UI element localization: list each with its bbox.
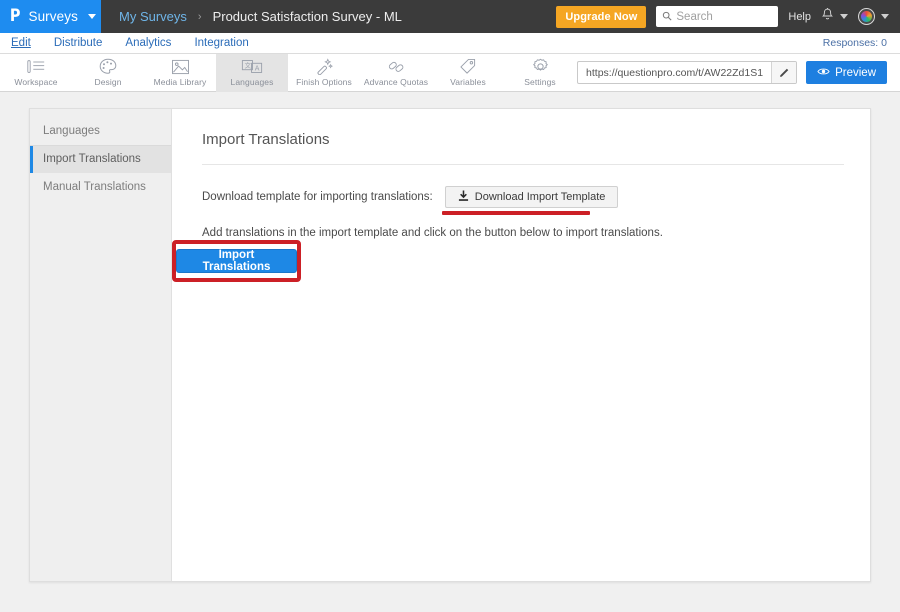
top-header-bar: P Surveys My Surveys › Product Satisfact… — [0, 0, 900, 33]
toolbar-item-advance-quotas[interactable]: Advance Quotas — [360, 54, 432, 92]
toolbar-item-label: Media Library — [154, 77, 207, 87]
toolbar-item-media-library[interactable]: Media Library — [144, 54, 216, 92]
download-import-template-label: Download Import Template — [475, 191, 606, 203]
download-icon — [458, 190, 469, 205]
toolbar-item-label: Design — [94, 77, 121, 87]
pencil-icon — [779, 67, 790, 78]
sidebar-item-label: Manual Translations — [43, 181, 146, 193]
download-template-row: Download template for importing translat… — [202, 186, 844, 208]
breadcrumb-separator-icon: › — [198, 11, 202, 23]
chevron-down-icon — [88, 14, 96, 19]
toolbar-item-label: Languages — [231, 77, 274, 87]
image-icon — [171, 58, 190, 75]
toolbar-item-label: Variables — [450, 77, 486, 87]
sidebar-item-label: Import Translations — [43, 153, 141, 165]
toolbar-item-design[interactable]: Design — [72, 54, 144, 92]
preview-button[interactable]: Preview — [806, 61, 887, 84]
title-divider — [202, 164, 844, 165]
chain-link-icon — [387, 58, 406, 75]
responses-count: Responses: 0 — [823, 37, 887, 49]
download-template-wrapper: Download Import Template — [445, 186, 619, 208]
download-template-label: Download template for importing translat… — [202, 191, 433, 203]
toolbar-item-variables[interactable]: Variables — [432, 54, 504, 92]
sidebar-item-label: Languages — [43, 125, 100, 137]
svg-text:A: A — [255, 64, 260, 72]
gear-icon — [532, 58, 549, 75]
magic-wand-icon — [315, 58, 333, 75]
search-input[interactable] — [676, 11, 772, 23]
survey-toolbar: Workspace Design Media Library — [0, 54, 900, 92]
translate-icon: 文 A — [241, 58, 263, 75]
header-actions: Upgrade Now Help — [556, 6, 900, 28]
help-link[interactable]: Help — [788, 11, 811, 23]
toolbar-item-workspace[interactable]: Workspace — [0, 54, 72, 92]
survey-url-box[interactable]: https://questionpro.com/t/AW22Zd1S1 — [577, 61, 797, 84]
download-import-template-button[interactable]: Download Import Template — [445, 186, 619, 208]
search-icon — [662, 8, 672, 26]
tag-icon — [459, 58, 477, 75]
toolbar-item-languages[interactable]: 文 A Languages — [216, 54, 288, 92]
bell-icon[interactable] — [821, 7, 834, 27]
edit-url-button[interactable] — [771, 62, 796, 83]
page-title: Import Translations — [202, 131, 844, 148]
notifications-chevron-down-icon[interactable] — [840, 14, 848, 19]
questionpro-logo-icon: P — [10, 8, 21, 25]
menu-item-distribute[interactable]: Distribute — [54, 37, 103, 49]
toolbar-item-label: Workspace — [14, 77, 57, 87]
brand-surveys-menu[interactable]: P Surveys — [0, 0, 101, 33]
palette-icon — [99, 58, 117, 75]
survey-url-text: https://questionpro.com/t/AW22Zd1S1 — [578, 62, 771, 83]
languages-sidebar: Languages Import Translations Manual Tra… — [30, 109, 172, 581]
menu-item-edit[interactable]: Edit — [11, 37, 31, 49]
svg-text:文: 文 — [245, 60, 252, 69]
sidebar-item-import-translations[interactable]: Import Translations — [30, 145, 171, 173]
toolbar-item-finish-options[interactable]: Finish Options — [288, 54, 360, 92]
account-menu[interactable] — [858, 8, 889, 25]
account-chevron-down-icon[interactable] — [881, 14, 889, 19]
import-translations-highlight-box: Import Translations — [172, 240, 301, 282]
import-instructions-text: Add translations in the import template … — [202, 227, 844, 239]
menu-item-integration[interactable]: Integration — [194, 37, 248, 49]
download-highlight-underline — [442, 211, 590, 215]
search-box[interactable] — [656, 6, 778, 27]
brand-label: Surveys — [28, 9, 77, 24]
upgrade-now-button[interactable]: Upgrade Now — [556, 6, 646, 28]
avatar[interactable] — [858, 8, 875, 25]
breadcrumb-current-survey: Product Satisfaction Survey - ML — [213, 9, 402, 24]
main-menu-bar: Edit Distribute Analytics Integration Re… — [0, 33, 900, 54]
sidebar-item-manual-translations[interactable]: Manual Translations — [30, 173, 171, 201]
preview-button-label: Preview — [835, 67, 876, 79]
toolbar-item-label: Advance Quotas — [364, 77, 428, 87]
menu-item-analytics[interactable]: Analytics — [125, 37, 171, 49]
toolbar-item-label: Settings — [524, 77, 556, 87]
page-body: Languages Import Translations Manual Tra… — [0, 93, 900, 612]
toolbar-item-label: Finish Options — [296, 77, 352, 87]
import-translations-button[interactable]: Import Translations — [176, 249, 297, 273]
sidebar-item-languages[interactable]: Languages — [30, 117, 171, 145]
content-panel: Languages Import Translations Manual Tra… — [29, 108, 871, 582]
notifications-menu[interactable] — [821, 7, 848, 27]
breadcrumb-my-surveys-link[interactable]: My Surveys — [119, 9, 187, 24]
workspace-icon — [26, 58, 46, 75]
import-translations-content: Import Translations Download template fo… — [172, 109, 872, 581]
eye-icon — [817, 67, 830, 79]
toolbar-item-settings[interactable]: Settings — [504, 54, 576, 92]
breadcrumb: My Surveys › Product Satisfaction Survey… — [101, 9, 402, 24]
survey-url-area: https://questionpro.com/t/AW22Zd1S1 Prev… — [577, 61, 900, 84]
